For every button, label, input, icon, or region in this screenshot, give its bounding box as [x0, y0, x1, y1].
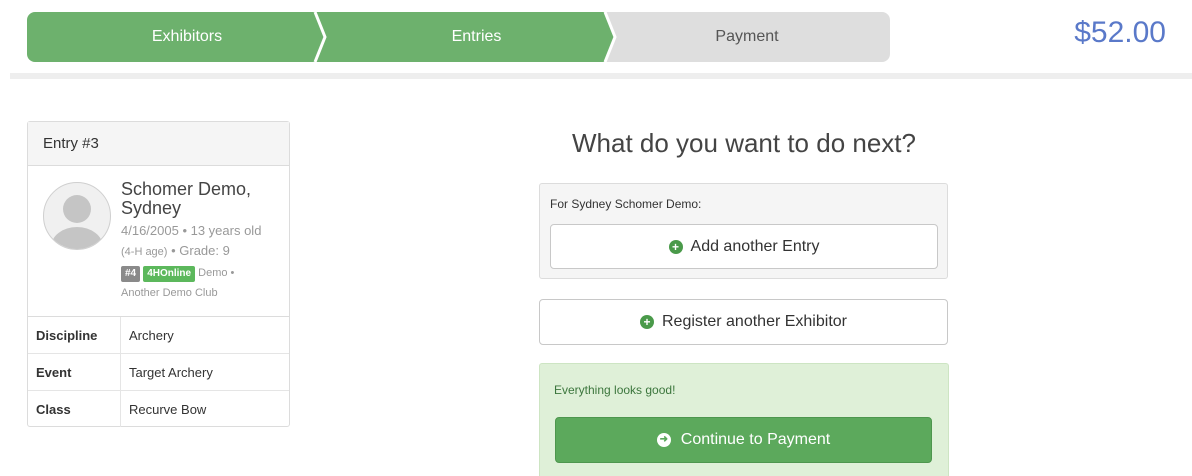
add-entry-label: Add another Entry	[690, 237, 820, 255]
member-number-badge: #4	[121, 266, 141, 282]
detail-label: Class	[28, 391, 121, 427]
club-name: Another Demo Club	[121, 287, 218, 299]
continue-to-payment-button[interactable]: ➜ Continue to Payment	[555, 417, 932, 463]
step-payment-label: Payment	[715, 28, 779, 45]
add-entry-button[interactable]: + Add another Entry	[550, 224, 938, 269]
table-row: Discipline Archery	[28, 317, 289, 354]
detail-value: Target Archery	[129, 364, 213, 380]
register-exhibitor-label: Register another Exhibitor	[662, 313, 847, 330]
status-message: Everything looks good!	[554, 383, 676, 397]
header-divider	[10, 73, 1192, 79]
step-payment[interactable]: Payment	[604, 12, 890, 62]
exhibitor-name: Schomer Demo, Sydney	[121, 179, 252, 218]
club-prefix: Demo •	[198, 267, 235, 279]
table-row: Class Recurve Bow	[28, 391, 289, 427]
step-exhibitors[interactable]: Exhibitors	[27, 12, 327, 62]
table-row: Event Target Archery	[28, 354, 289, 391]
detail-value: Archery	[129, 327, 174, 343]
arrow-circle-right-icon: ➜	[656, 433, 671, 447]
next-step-heading: What do you want to do next?	[572, 128, 916, 158]
exhibitor-meta: 4/16/2005 • 13 years old (4-H age) • Gra…	[121, 221, 286, 262]
detail-value: Recurve Bow	[129, 401, 207, 417]
step-entries-label: Entries	[451, 28, 502, 45]
entry-card-title: Entry #3	[28, 122, 289, 166]
exhibitor-profile: Schomer Demo, Sydney 4/16/2005 • 13 year…	[28, 166, 289, 317]
entry-card: Entry #3 Schomer Demo, Sydney 4/16/2005 …	[27, 121, 290, 427]
step-entries[interactable]: Entries	[314, 12, 619, 62]
cart-total: $52.00	[1074, 16, 1166, 49]
source-badge: 4HOnline	[143, 266, 196, 282]
exhibitor-actions-panel: For Sydney Schomer Demo: + Add another E…	[539, 183, 948, 279]
exhibitor-tags: #4 4HOnline Demo • Another Demo Club	[121, 263, 286, 303]
step-exhibitors-label: Exhibitors	[151, 28, 223, 45]
top-bar: Exhibitors Entries Payment $52.00	[0, 0, 1192, 79]
exhibitor-dob: 4/16/2005 • 13 years old	[121, 223, 262, 238]
detail-label: Event	[28, 354, 121, 390]
exhibitor-grade: • Grade: 9	[171, 243, 230, 258]
plus-circle-icon: +	[668, 239, 683, 254]
user-placeholder-icon	[43, 182, 111, 250]
continue-label: Continue to Payment	[680, 431, 831, 448]
exhibitor-for-label: For Sydney Schomer Demo:	[550, 197, 702, 211]
step-divider	[313, 12, 327, 62]
age-note: (4-H age)	[121, 246, 168, 258]
detail-label: Discipline	[28, 317, 121, 353]
step-divider	[603, 12, 617, 62]
register-exhibitor-button[interactable]: + Register another Exhibitor	[539, 299, 948, 345]
plus-circle-icon: +	[640, 315, 654, 329]
entry-details-table: Discipline Archery Event Target Archery …	[28, 317, 289, 427]
status-alert: Everything looks good! ➜ Continue to Pay…	[539, 363, 949, 476]
step-progress: Exhibitors Entries Payment	[27, 12, 890, 62]
